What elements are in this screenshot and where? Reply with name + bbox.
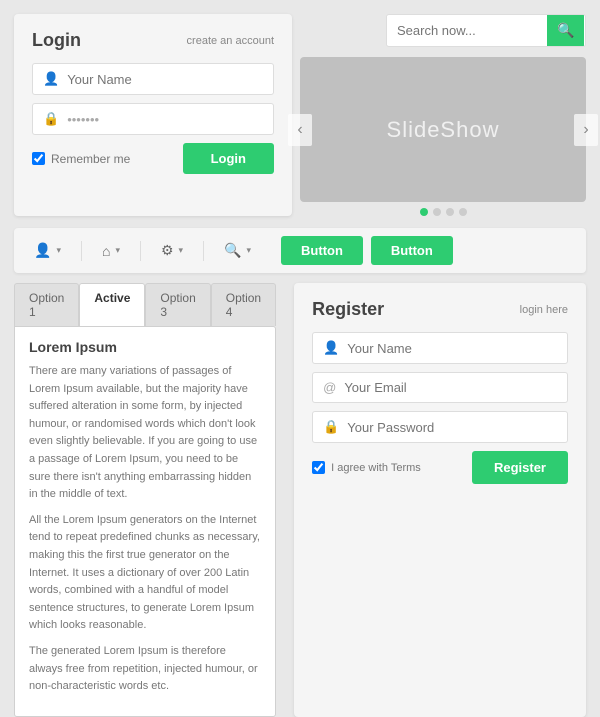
slideshow: SlideShow ‹ › xyxy=(300,57,586,202)
search-input[interactable] xyxy=(387,16,547,45)
nav-item-search[interactable]: 🔍 ▾ xyxy=(216,238,259,263)
password-input[interactable] xyxy=(67,112,263,127)
dot-2[interactable] xyxy=(433,208,441,216)
nav-button-1[interactable]: Button xyxy=(281,236,363,265)
content-title: Lorem Ipsum xyxy=(29,339,261,355)
nav-divider-1 xyxy=(81,241,82,261)
tabs-section: Option 1 Active Option 3 Option 4 Lorem … xyxy=(14,283,276,717)
register-lock-icon: 🔒 xyxy=(323,419,339,435)
register-title: Register xyxy=(312,299,384,320)
terms-checkbox[interactable] xyxy=(312,461,325,474)
tab-option4[interactable]: Option 4 xyxy=(211,283,276,326)
register-panel: Register login here 👤 @ 🔒 I agree with T… xyxy=(294,283,586,717)
user-icon: 👤 xyxy=(43,71,59,87)
slideshow-label: SlideShow xyxy=(387,117,500,143)
password-input-row: 🔒 xyxy=(32,103,274,135)
remember-checkbox[interactable] xyxy=(32,152,45,165)
navbar: 👤 ▾ ⌂ ▾ ⚙ ▾ 🔍 ▾ Button Button xyxy=(14,228,586,273)
nav-item-user[interactable]: 👤 ▾ xyxy=(26,238,69,263)
username-input-row: 👤 xyxy=(32,63,274,95)
tab-option3[interactable]: Option 3 xyxy=(145,283,210,326)
login-header: Login create an account xyxy=(32,30,274,51)
nav-item-settings[interactable]: ⚙ ▾ xyxy=(153,238,191,263)
settings-nav-arrow: ▾ xyxy=(179,245,184,256)
terms-row: I agree with Terms Register xyxy=(312,451,568,484)
home-nav-icon: ⌂ xyxy=(102,243,110,259)
nav-item-home[interactable]: ⌂ ▾ xyxy=(94,239,128,263)
register-password-row: 🔒 xyxy=(312,411,568,443)
content-para-2: All the Lorem Ipsum generators on the In… xyxy=(29,512,261,635)
slide-dots xyxy=(300,208,586,216)
register-email-row: @ xyxy=(312,372,568,403)
remember-row: Remember me Login xyxy=(32,143,274,174)
user-nav-icon: 👤 xyxy=(34,242,51,259)
content-para-3: The generated Lorem Ipsum is therefore a… xyxy=(29,643,261,696)
slideshow-container: SlideShow ‹ › xyxy=(300,57,586,216)
register-button[interactable]: Register xyxy=(472,451,568,484)
create-account-link[interactable]: create an account xyxy=(187,35,274,47)
search-bar: 🔍 xyxy=(386,14,586,47)
register-email-input[interactable] xyxy=(344,380,557,395)
slide-prev-button[interactable]: ‹ xyxy=(288,114,312,146)
home-nav-arrow: ▾ xyxy=(115,245,120,256)
nav-divider-2 xyxy=(140,241,141,261)
register-name-row: 👤 xyxy=(312,332,568,364)
gear-nav-icon: ⚙ xyxy=(161,242,174,259)
tab-bar: Option 1 Active Option 3 Option 4 xyxy=(14,283,276,326)
login-title: Login xyxy=(32,30,81,51)
tab-content: Lorem Ipsum There are many variations of… xyxy=(14,326,276,717)
nav-divider-3 xyxy=(203,241,204,261)
register-name-input[interactable] xyxy=(347,341,557,356)
user-nav-arrow: ▾ xyxy=(56,245,61,256)
right-top-section: 🔍 SlideShow ‹ › xyxy=(300,14,586,216)
slide-next-button[interactable]: › xyxy=(574,114,598,146)
register-password-input[interactable] xyxy=(347,420,557,435)
dot-1[interactable] xyxy=(420,208,428,216)
content-para-1: There are many variations of passages of… xyxy=(29,363,261,504)
terms-label[interactable]: I agree with Terms xyxy=(312,461,421,474)
dot-4[interactable] xyxy=(459,208,467,216)
lock-icon: 🔒 xyxy=(43,111,59,127)
dot-3[interactable] xyxy=(446,208,454,216)
nav-buttons: Button Button xyxy=(281,236,453,265)
remember-label[interactable]: Remember me xyxy=(32,152,130,166)
tab-active[interactable]: Active xyxy=(79,283,145,326)
tab-option1[interactable]: Option 1 xyxy=(14,283,79,326)
search-button[interactable]: 🔍 xyxy=(547,15,584,46)
username-input[interactable] xyxy=(67,72,263,87)
login-button[interactable]: Login xyxy=(183,143,274,174)
search-nav-icon: 🔍 xyxy=(224,242,241,259)
search-nav-arrow: ▾ xyxy=(247,245,252,256)
login-panel: Login create an account 👤 🔒 Remember me … xyxy=(14,14,292,216)
register-email-icon: @ xyxy=(323,380,336,395)
login-here-link[interactable]: login here xyxy=(520,304,568,316)
nav-button-2[interactable]: Button xyxy=(371,236,453,265)
register-header: Register login here xyxy=(312,299,568,320)
register-user-icon: 👤 xyxy=(323,340,339,356)
